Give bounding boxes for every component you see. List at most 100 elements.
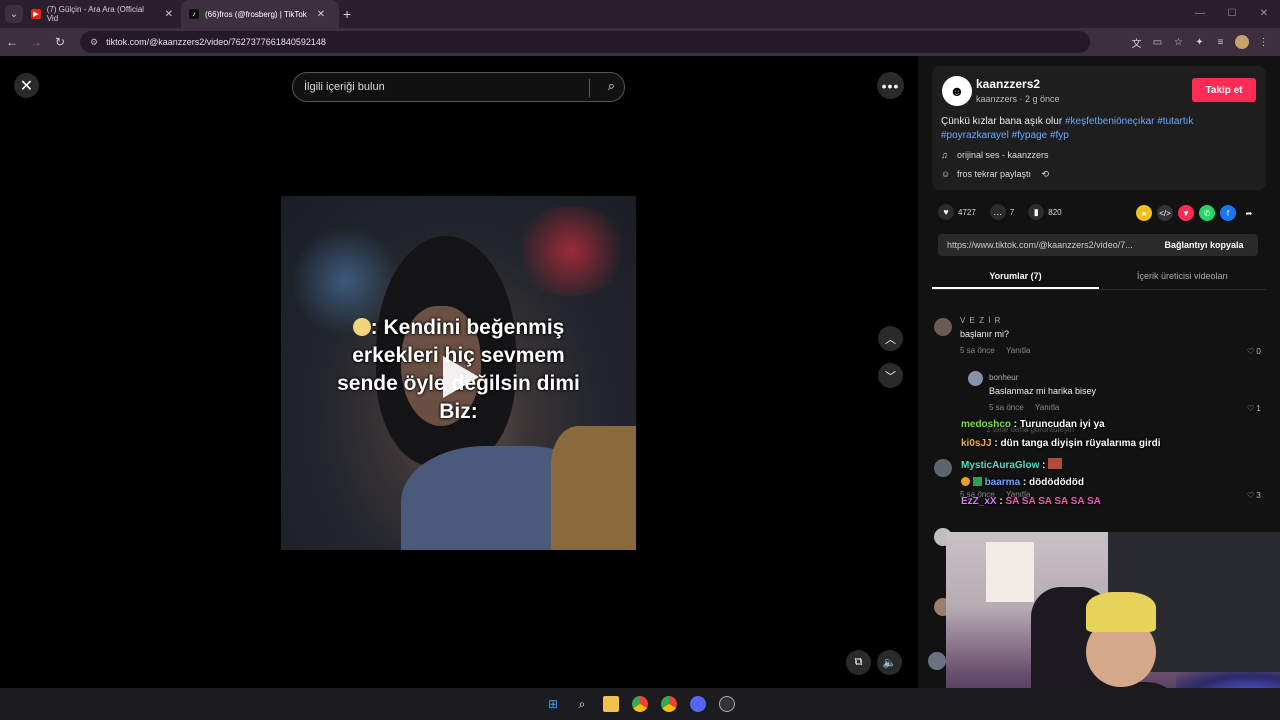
reload-icon[interactable]: ↻ xyxy=(48,35,72,49)
follow-button[interactable]: Takip et xyxy=(1192,78,1256,102)
comment-count: 7 xyxy=(1009,207,1015,217)
bookmark-star-icon[interactable]: ☆ xyxy=(1168,37,1189,48)
repost-info: ☺ fros tekrar paylaştı ⟲ xyxy=(941,169,1049,180)
save-button[interactable]: ▮ 820 xyxy=(1028,204,1062,220)
embed-icon[interactable]: </> xyxy=(1157,205,1173,221)
bokeh-light xyxy=(511,206,631,296)
video-player[interactable]: : Kendini beğenmiş erkekleri hiç sevmem … xyxy=(281,56,636,688)
person-coat-fur xyxy=(551,426,636,550)
comment-like[interactable]: ♡ 1 xyxy=(1247,404,1261,413)
site-info-icon[interactable]: ⚙ xyxy=(90,37,98,48)
reading-list-icon[interactable]: ≡ xyxy=(1210,37,1231,48)
comment-like-count: 3 xyxy=(1256,491,1261,500)
taskbar-search-icon[interactable]: ⌕ xyxy=(568,692,597,716)
facebook-icon[interactable]: f xyxy=(1220,205,1236,221)
chrome-icon[interactable] xyxy=(626,692,655,716)
whatsapp-icon[interactable]: ✆ xyxy=(1199,205,1215,221)
url-bar[interactable]: ⚙ tiktok.com/@kaanzzers2/video/762737766… xyxy=(80,31,1090,53)
video-stage: : Kendini beğenmiş erkekleri hiç sevmem … xyxy=(0,56,918,688)
next-video-button[interactable]: ﹀ xyxy=(878,363,903,388)
tab-creator-videos[interactable]: İçerik üreticisi videoları xyxy=(1099,266,1266,289)
chat-message: MysticAuraGlow : xyxy=(961,458,1063,471)
hashtag[interactable]: #keşfetbeniöneçıkar xyxy=(1065,116,1155,127)
toolbar-icons: 文 ▭ ☆ ✦ ≡ ⋮ xyxy=(1126,28,1274,56)
video-frame: : Kendini beğenmiş erkekleri hiç sevmem … xyxy=(281,196,636,550)
hashtag[interactable]: #tutartık xyxy=(1157,116,1193,127)
floating-player-button[interactable]: ⧉ xyxy=(846,650,871,675)
profile-avatar[interactable] xyxy=(1235,35,1249,49)
close-tab-icon[interactable]: ✕ xyxy=(165,9,173,20)
chat-user: baarma xyxy=(984,477,1021,488)
commenter-avatar[interactable] xyxy=(934,459,952,477)
share-arrow-icon[interactable]: ➦ xyxy=(1241,205,1257,221)
heart-outline-icon: ♡ xyxy=(1247,347,1255,356)
bookmark-icon: ▮ xyxy=(1028,204,1045,220)
send-to-friends-icon[interactable]: ▼ xyxy=(1178,205,1194,221)
repost-icon: ⟲ xyxy=(1041,169,1050,179)
share-coin-icon[interactable]: ● xyxy=(1136,205,1152,221)
obs-icon[interactable] xyxy=(713,692,742,716)
tab-search-button[interactable]: ⌄ xyxy=(5,5,23,23)
hashtag[interactable]: #poyrazkarayel xyxy=(941,130,1009,141)
chat-text: SA SA SA SA SA SA xyxy=(1005,496,1101,507)
close-tab-icon[interactable]: ✕ xyxy=(317,9,325,20)
volume-icon[interactable]: 🔈 xyxy=(877,650,902,675)
menu-icon[interactable]: ⋮ xyxy=(1253,37,1274,48)
save-count: 820 xyxy=(1048,207,1062,217)
browser-tab-youtube[interactable]: ▶ (7) Gülçin - Ara Ara (Official Vid ✕ xyxy=(23,0,181,28)
youtube-icon: ▶ xyxy=(31,9,41,19)
reposter-avatar-icon: ☺ xyxy=(941,169,951,179)
extensions-icon[interactable]: ✦ xyxy=(1189,37,1210,48)
engagement-bar: ♥ 4727 … 7 ▮ 820 xyxy=(938,204,1076,220)
chrome-profile-icon[interactable] xyxy=(655,692,684,716)
reply-button[interactable]: Yanıtla xyxy=(1035,403,1059,412)
search-icon[interactable]: ⌕ xyxy=(608,78,615,94)
more-options-button[interactable]: ••• xyxy=(877,72,904,99)
like-button[interactable]: ♥ 4727 xyxy=(938,204,976,220)
browser-tab-tiktok[interactable]: ♪ (66)fros (@frosberg) | TikTok ✕ xyxy=(181,0,339,28)
discord-icon[interactable] xyxy=(684,692,713,716)
reply-button[interactable]: Yanıtla xyxy=(1006,346,1030,355)
post-info-card: ☻ kaanzzers2 kaanzzers · 2 g önce Takip … xyxy=(932,66,1266,190)
comment-like[interactable]: ♡ 0 xyxy=(1247,347,1261,356)
file-explorer-icon[interactable] xyxy=(597,692,626,716)
description-text: Çünkü kızlar bana aşık olur xyxy=(941,116,1063,127)
maximize-icon[interactable]: ☐ xyxy=(1216,0,1248,28)
hashtag[interactable]: #fypage xyxy=(1012,130,1048,141)
cast-icon[interactable]: ▭ xyxy=(1147,37,1168,48)
previous-video-button[interactable]: ︿ xyxy=(878,326,903,351)
commenter-name[interactable]: bonheur xyxy=(989,373,1018,382)
minimize-icon[interactable]: — xyxy=(1184,0,1216,28)
play-icon[interactable] xyxy=(443,356,479,398)
close-viewer-button[interactable]: ✕ xyxy=(14,73,39,98)
commenter-name[interactable]: V E Z İ R xyxy=(960,316,1001,325)
emote-icon xyxy=(1048,458,1063,469)
chat-user: MysticAuraGlow xyxy=(961,460,1040,471)
comment-like[interactable]: ♡ 3 xyxy=(1247,491,1261,500)
tab-title: (66)fros (@frosberg) | TikTok xyxy=(205,9,307,19)
music-link[interactable]: ♫ orijinal ses - kaanzzers xyxy=(941,150,1049,160)
commenter-avatar[interactable] xyxy=(968,371,983,386)
hashtag[interactable]: #fyp xyxy=(1050,130,1069,141)
author-username[interactable]: kaanzzers2 xyxy=(976,77,1040,91)
author-avatar[interactable]: ☻ xyxy=(942,76,972,106)
comment-like-count: 0 xyxy=(1256,347,1261,356)
translate-icon[interactable]: 文 xyxy=(1126,35,1147,50)
search-input[interactable]: İlgili içeriği bulun ⌕ xyxy=(292,72,625,102)
tab-comments[interactable]: Yorumlar (7) xyxy=(932,266,1099,289)
streamer-hair xyxy=(1086,592,1156,632)
copy-link-button[interactable]: Bağlantıyı kopyala xyxy=(1150,240,1258,250)
forward-icon[interactable]: → xyxy=(24,35,48,49)
new-tab-button[interactable]: + xyxy=(343,6,351,22)
music-label: orijinal ses - kaanzzers xyxy=(957,150,1049,160)
back-icon[interactable]: ← xyxy=(0,35,24,49)
commenter-avatar[interactable] xyxy=(928,652,946,670)
commenter-avatar[interactable] xyxy=(934,318,952,336)
windows-start-icon[interactable]: ⊞ xyxy=(539,692,568,716)
close-window-icon[interactable]: ✕ xyxy=(1248,0,1280,28)
badge-icon xyxy=(961,477,970,486)
comment-button[interactable]: … 7 xyxy=(989,204,1015,220)
chat-text: dün tanga diyişin rüyalarıma girdi xyxy=(1000,438,1161,449)
author-meta: kaanzzers · 2 g önce xyxy=(976,94,1060,104)
share-link-url[interactable]: https://www.tiktok.com/@kaanzzers2/video… xyxy=(938,240,1150,250)
